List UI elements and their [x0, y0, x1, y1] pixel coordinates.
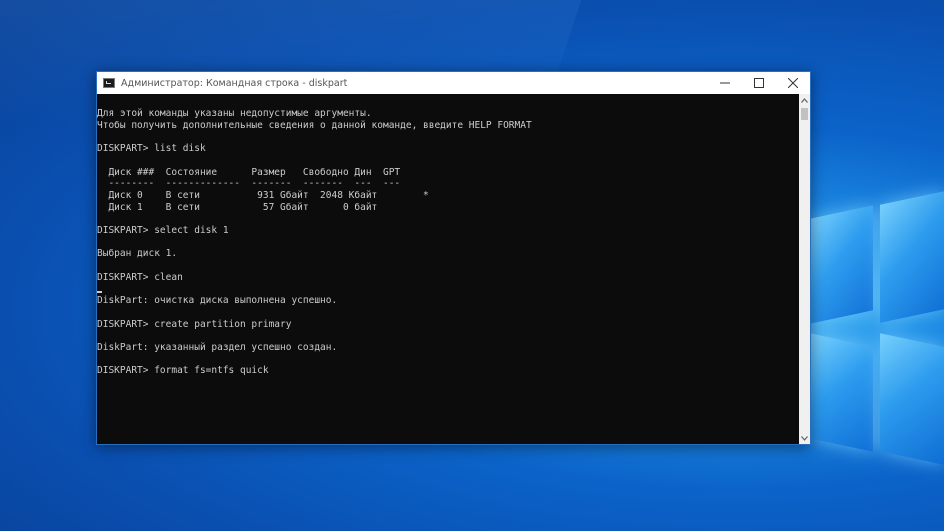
- maximize-icon: [754, 78, 764, 88]
- console-line: DiskPart: указанный раздел успешно созда…: [97, 342, 338, 354]
- console-line: DISKPART> list disk: [97, 143, 206, 155]
- console-line: DISKPART> clean: [97, 271, 183, 283]
- window-controls: [708, 72, 810, 94]
- console-line: DISKPART> create partition primary: [97, 318, 292, 330]
- close-button[interactable]: [776, 72, 810, 94]
- console-line: Для этой команды указаны недопустимые ар…: [97, 108, 372, 119]
- scroll-up-button[interactable]: [799, 94, 810, 106]
- minimize-icon: [720, 82, 730, 84]
- text-cursor: [97, 291, 102, 293]
- console-line: Выбран диск 1.: [97, 248, 178, 260]
- chevron-up-icon: [801, 97, 808, 103]
- windows-logo-pane: [810, 333, 873, 452]
- title-bar[interactable]: Администратор: Командная строка - diskpa…: [97, 72, 810, 94]
- console-line: DISKPART> format fs=ntfs quick: [97, 365, 269, 377]
- console-line: -------- ------------- ------- ------- -…: [97, 178, 401, 190]
- console-text: Для этой команды указаны недопустимые ар…: [97, 94, 799, 377]
- console-line: Диск ### Состояние Размер Свободно Дин G…: [97, 166, 401, 178]
- close-icon: [788, 78, 798, 88]
- console-line: Чтобы получить дополнительные сведения о…: [97, 119, 532, 131]
- console-line: Диск 0 В сети 931 Gбайт 2048 Kбайт *: [97, 189, 429, 201]
- scroll-down-button[interactable]: [799, 432, 810, 444]
- scrollbar-thumb[interactable]: [801, 108, 808, 120]
- maximize-button[interactable]: [742, 72, 776, 94]
- console-output[interactable]: Для этой команды указаны недопустимые ар…: [97, 94, 799, 444]
- console-line: Диск 1 В сети 57 Gбайт 0 байт: [97, 201, 378, 213]
- command-prompt-window[interactable]: Администратор: Командная строка - diskpa…: [96, 71, 811, 445]
- vertical-scrollbar[interactable]: [799, 94, 810, 444]
- window-title: Администратор: Командная строка - diskpa…: [121, 77, 348, 89]
- console-line: DiskPart: очистка диска выполнена успешн…: [97, 295, 338, 307]
- console-line: DISKPART> select disk 1: [97, 225, 229, 237]
- windows-logo-pane: [810, 205, 873, 324]
- windows-logo-pane: [880, 333, 944, 465]
- windows-logo-pane: [880, 191, 944, 323]
- minimize-button[interactable]: [708, 72, 742, 94]
- cmd-icon[interactable]: [103, 78, 115, 88]
- chevron-down-icon: [801, 435, 808, 441]
